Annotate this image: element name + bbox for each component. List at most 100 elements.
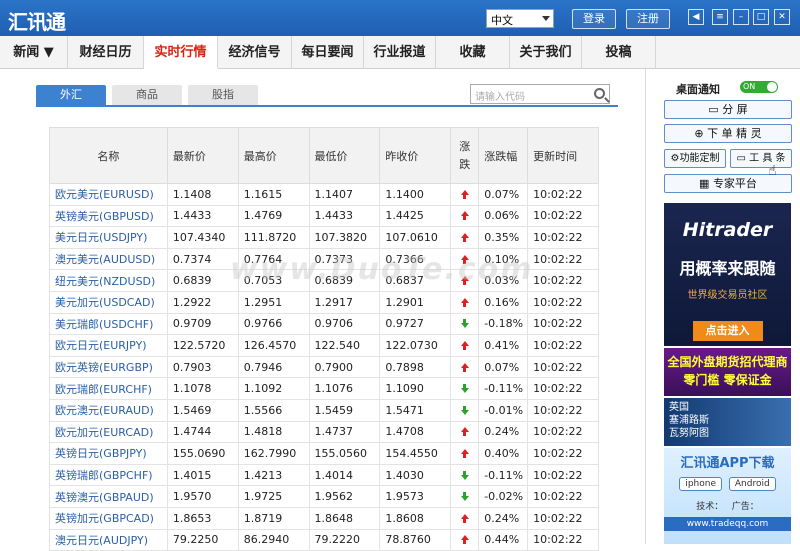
cell-name[interactable]: 欧元美元(EURUSD) bbox=[49, 183, 168, 206]
table-row[interactable]: 欧元加元(EURCAD) 1.4744 1.4818 1.4737 1.4708 0.24… bbox=[49, 420, 599, 444]
cell-name[interactable]: 英镑美元(GBPUSD) bbox=[49, 204, 168, 228]
cell-name[interactable]: 澳元日元(AUDJPY) bbox=[49, 528, 168, 551]
android-download-button[interactable]: Android bbox=[728, 477, 776, 491]
contact-row: 技术： 广告： bbox=[664, 499, 791, 512]
cell-high: 126.4570 bbox=[237, 334, 310, 357]
iphone-download-button[interactable]: iphone bbox=[679, 477, 722, 491]
cell-prev: 1.5471 bbox=[379, 398, 452, 422]
tab-forex[interactable]: 外汇 bbox=[36, 85, 106, 105]
cell-name[interactable]: 美元加元(USDCAD) bbox=[49, 290, 168, 314]
cell-last: 155.0690 bbox=[166, 442, 239, 465]
nav-signals[interactable]: 经济信号 bbox=[218, 36, 292, 69]
app-download-ad[interactable]: 汇讯通APP下载 iphone Android 技术： 广告： www.trad… bbox=[664, 448, 791, 544]
nav-industry[interactable]: 行业报道 bbox=[364, 36, 436, 69]
language-select[interactable]: 中文 bbox=[486, 9, 554, 28]
watermark: www.DuoTe.com bbox=[230, 252, 534, 287]
volume-icon[interactable]: ◀ bbox=[688, 9, 704, 25]
register-button[interactable]: 注册 bbox=[626, 9, 670, 29]
cell-last: 1.5469 bbox=[166, 398, 239, 422]
table-row[interactable]: 英镑美元(GBPUSD) 1.4433 1.4769 1.4433 1.4425 0.06… bbox=[49, 204, 599, 228]
cell-pct: 0.41% bbox=[478, 334, 529, 357]
nav-about[interactable]: 关于我们 bbox=[510, 36, 582, 69]
cell-last: 107.4340 bbox=[166, 226, 239, 249]
cell-name[interactable]: 英镑澳元(GBPAUD) bbox=[49, 485, 168, 508]
cell-prev: 0.7898 bbox=[379, 355, 452, 379]
tab-commodities[interactable]: 商品 bbox=[112, 85, 182, 105]
cell-time: 10:02:22 bbox=[527, 506, 599, 530]
cell-name[interactable]: 纽元美元(NZDUSD) bbox=[49, 269, 168, 292]
table-row[interactable]: 欧元日元(EURJPY) 122.5720 126.4570 122.540 122.0… bbox=[49, 334, 599, 357]
cell-low: 79.2220 bbox=[308, 528, 381, 551]
order-wizard-button[interactable]: ⊕ 下 单 精 灵 bbox=[664, 124, 792, 143]
futures-agent-ad[interactable]: 全国外盘期货招代理商 零门槛 零保证金 bbox=[664, 348, 791, 396]
change-direction-cell bbox=[450, 398, 480, 422]
cell-name[interactable]: 美元瑞郎(USDCHF) bbox=[49, 312, 168, 336]
desktop-notify-label: 桌面通知 bbox=[676, 83, 720, 96]
split-screen-button[interactable]: ▭ 分 屏 bbox=[664, 100, 792, 119]
arrow-down-icon bbox=[460, 405, 469, 415]
table-row[interactable]: 英镑加元(GBPCAD) 1.8653 1.8719 1.8648 1.8608 0.24… bbox=[49, 506, 599, 530]
login-button[interactable]: 登录 bbox=[572, 9, 616, 29]
customize-button[interactable]: ⚙功能定制 bbox=[664, 149, 726, 168]
hitrader-ad[interactable]: Hitrader 用概率来跟随 世界级交易员社区 点击进入 bbox=[664, 203, 791, 346]
nav-calendar[interactable]: 财经日历 bbox=[68, 36, 144, 69]
table-row[interactable]: 英镑日元(GBPJPY) 155.0690 162.7990 155.0560 154.… bbox=[49, 442, 599, 465]
nav-submit[interactable]: 投稿 bbox=[582, 36, 656, 69]
table-row[interactable]: 欧元澳元(EURAUD) 1.5469 1.5566 1.5459 1.5471 -0.0… bbox=[49, 398, 599, 422]
cell-name[interactable]: 美元日元(USDJPY) bbox=[49, 226, 168, 249]
toolbar-button[interactable]: ▭ 工 具 条 bbox=[730, 149, 792, 168]
cell-name[interactable]: 英镑日元(GBPJPY) bbox=[49, 442, 168, 465]
ad-enter-button[interactable]: 点击进入 bbox=[692, 321, 763, 341]
cell-name[interactable]: 欧元加元(EURCAD) bbox=[49, 420, 168, 444]
cell-low: 1.9562 bbox=[308, 485, 381, 508]
notify-toggle[interactable]: ON bbox=[740, 81, 778, 93]
tab-indices[interactable]: 股指 bbox=[188, 85, 258, 105]
table-row[interactable]: 欧元瑞郎(EURCHF) 1.1078 1.1092 1.1076 1.1090 -0.1… bbox=[49, 377, 599, 400]
license-ad[interactable]: 英国 塞浦路斯 瓦努阿图 bbox=[664, 398, 791, 446]
tech-contact-label[interactable]: 技术： bbox=[696, 502, 723, 512]
change-direction-cell bbox=[450, 355, 480, 379]
sidebar: 桌面通知 ON ▭ 分 屏 ⊕ 下 单 精 灵 ⚙功能定制 ▭ 工 具 条 ▦ … bbox=[645, 69, 800, 544]
cell-name[interactable]: 欧元瑞郎(EURCHF) bbox=[49, 377, 168, 400]
cell-name[interactable]: 欧元澳元(EURAUD) bbox=[49, 398, 168, 422]
maximize-icon[interactable]: □ bbox=[753, 9, 769, 25]
minimize-icon[interactable]: – bbox=[733, 9, 749, 25]
cell-pct: -0.01% bbox=[478, 398, 529, 422]
arrow-down-icon bbox=[460, 384, 469, 394]
nav-favorites[interactable]: 收藏 bbox=[436, 36, 510, 69]
cell-name[interactable]: 英镑瑞郎(GBPCHF) bbox=[49, 463, 168, 487]
cell-prev: 107.0610 bbox=[379, 226, 452, 249]
col-prev: 昨收价 bbox=[379, 127, 452, 184]
search-icon[interactable] bbox=[594, 88, 605, 99]
table-row[interactable]: 欧元英镑(EURGBP) 0.7903 0.7946 0.7900 0.7898 0.07… bbox=[49, 355, 599, 379]
table-row[interactable]: 澳元日元(AUDJPY) 79.2250 86.2940 79.2220 78.8760… bbox=[49, 528, 599, 551]
ad-contact-label[interactable]: 广告： bbox=[732, 502, 759, 512]
cell-prev: 1.9573 bbox=[379, 485, 452, 508]
quote-table-body: 欧元美元(EURUSD) 1.1408 1.1615 1.1407 1.1400 0.07… bbox=[49, 183, 599, 551]
change-direction-cell bbox=[450, 334, 480, 357]
nav-news[interactable]: 新闻 ▼ bbox=[0, 36, 68, 69]
cell-time: 10:02:22 bbox=[527, 463, 599, 487]
close-icon[interactable]: ✕ bbox=[774, 9, 790, 25]
table-row[interactable]: 英镑澳元(GBPAUD) 1.9570 1.9725 1.9562 1.9573 -0.0… bbox=[49, 485, 599, 508]
cell-pct: 0.06% bbox=[478, 204, 529, 228]
table-row[interactable]: 欧元美元(EURUSD) 1.1408 1.1615 1.1407 1.1400 0.07… bbox=[49, 183, 599, 206]
arrow-up-icon bbox=[460, 427, 469, 437]
table-row[interactable]: 美元日元(USDJPY) 107.4340 111.8720 107.3820 107.… bbox=[49, 226, 599, 249]
ad3-line3: 瓦努阿图 bbox=[669, 428, 709, 439]
table-row[interactable]: 英镑瑞郎(GBPCHF) 1.4015 1.4213 1.4014 1.4030 -0.1… bbox=[49, 463, 599, 487]
cell-pct: 0.44% bbox=[478, 528, 529, 551]
cell-name[interactable]: 澳元美元(AUDUSD) bbox=[49, 247, 168, 271]
ad2-line2: 零门槛 零保证金 bbox=[683, 373, 772, 387]
nav-daily[interactable]: 每日要闻 bbox=[292, 36, 364, 69]
cell-name[interactable]: 欧元英镑(EURGBP) bbox=[49, 355, 168, 379]
cell-name[interactable]: 欧元日元(EURJPY) bbox=[49, 334, 168, 357]
table-row[interactable]: 美元瑞郎(USDCHF) 0.9709 0.9766 0.9706 0.9727 -0.1… bbox=[49, 312, 599, 336]
cell-prev: 0.9727 bbox=[379, 312, 452, 336]
cell-name[interactable]: 英镑加元(GBPCAD) bbox=[49, 506, 168, 530]
site-url[interactable]: www.tradeqq.com bbox=[664, 517, 791, 531]
table-row[interactable]: 美元加元(USDCAD) 1.2922 1.2951 1.2917 1.2901 0.16… bbox=[49, 290, 599, 314]
symbol-search-input[interactable]: 请输入代码 bbox=[470, 84, 610, 104]
nav-quotes[interactable]: 实时行情 bbox=[144, 36, 218, 69]
menu-icon[interactable]: ≡ bbox=[712, 9, 728, 25]
